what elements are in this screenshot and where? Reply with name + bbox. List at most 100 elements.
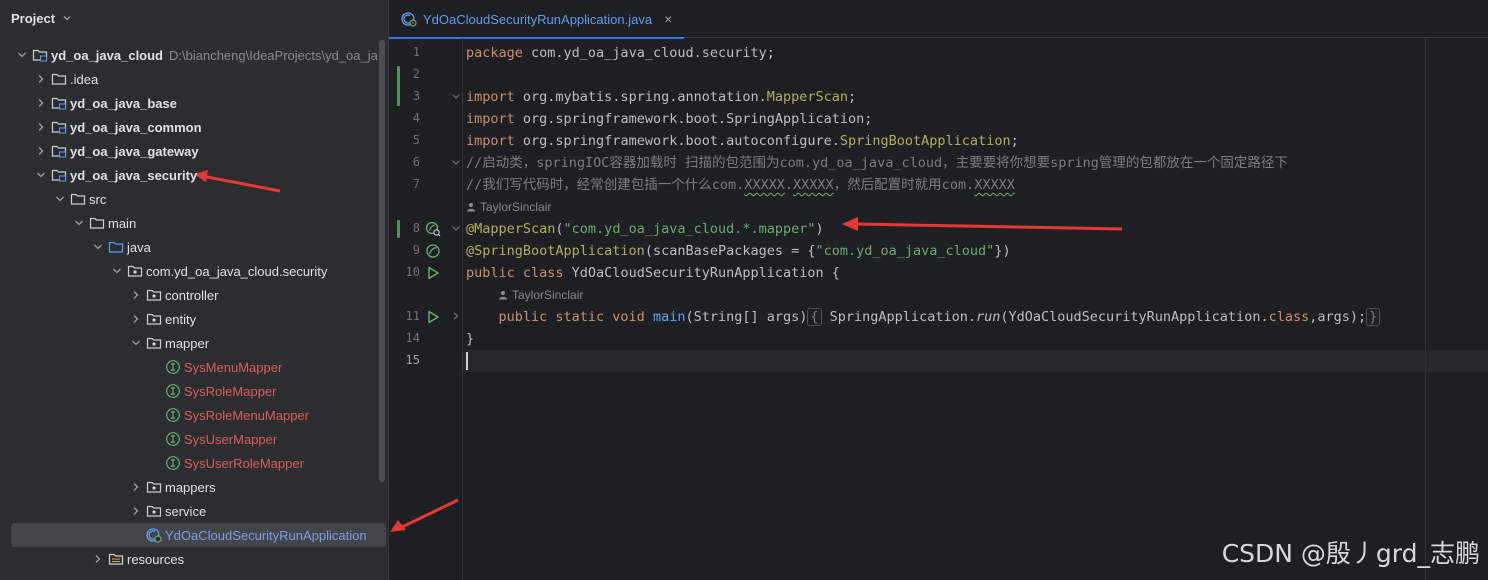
- chevron-right-icon[interactable]: [33, 71, 49, 87]
- tree-item[interactable]: main: [0, 211, 388, 235]
- chevron-down-icon[interactable]: [109, 263, 125, 279]
- code-editor[interactable]: package com.yd_oa_java_cloud.security;im…: [463, 38, 1488, 580]
- code-token: ,args);: [1309, 309, 1367, 325]
- code-line[interactable]: //我们写代码时，经常创建包插一个什么com.XXXXX.XXXXX，然后配置时…: [466, 174, 1015, 196]
- tree-item[interactable]: .idea: [0, 67, 388, 91]
- chevron-down-icon[interactable]: [14, 47, 30, 63]
- code-token: org.springframework.boot.autoconfigure.: [522, 133, 840, 149]
- code-line[interactable]: }: [466, 328, 474, 350]
- interface-icon: [165, 455, 181, 471]
- spring-bean-search-icon[interactable]: [425, 221, 441, 237]
- tree-item[interactable]: mapper: [0, 331, 388, 355]
- chevron-right-icon[interactable]: [128, 479, 144, 495]
- code-token: "com.yd_oa_java_cloud": [815, 243, 995, 259]
- gutter-line: 5: [389, 130, 463, 152]
- code-token: ;: [1010, 133, 1019, 149]
- line-number: 8: [412, 221, 420, 235]
- tree-item[interactable]: controller: [0, 283, 388, 307]
- code-token: SpringApplication.: [821, 309, 976, 325]
- fold-collapse-icon[interactable]: [450, 221, 462, 235]
- source-folder-icon: [108, 239, 124, 255]
- tree-item[interactable]: SysUserMapper: [0, 427, 388, 451]
- chevron-down-icon[interactable]: [71, 215, 87, 231]
- author-inlay-hint[interactable]: TaylorSinclair: [466, 196, 551, 218]
- code-token: ，然后配置时就用com.: [833, 177, 975, 193]
- chevron-right-icon[interactable]: [128, 287, 144, 303]
- tree-item-label: yd_oa_java_cloud: [51, 47, 163, 63]
- annotation-arrow-app-class: [390, 498, 459, 532]
- tree-item[interactable]: com.yd_oa_java_cloud.security: [0, 259, 388, 283]
- fold-expand-icon[interactable]: [450, 309, 462, 323]
- code-token: org.springframework.boot.SpringApplicati…: [522, 111, 873, 127]
- package-icon: [146, 503, 162, 519]
- code-token: run: [975, 309, 1001, 325]
- editor-tab-label: YdOaCloudSecurityRunApplication.java: [423, 11, 653, 27]
- code-line[interactable]: @SpringBootApplication(scanBasePackages …: [466, 240, 1011, 262]
- project-view-selector[interactable]: Project: [0, 0, 388, 36]
- chevron-right-icon[interactable]: [33, 143, 49, 159]
- gutter-line: 3: [389, 86, 463, 108]
- tree-item[interactable]: SysUserRoleMapper: [0, 451, 388, 475]
- code-line[interactable]: //启动类，springIOC容器加载时 扫描的包范围为com.yd_oa_ja…: [466, 152, 1288, 174]
- tree-scrollbar[interactable]: [379, 40, 385, 482]
- tree-item[interactable]: mappers: [0, 475, 388, 499]
- tree-item[interactable]: service: [0, 499, 388, 523]
- code-line[interactable]: import org.mybatis.spring.annotation.Map…: [466, 86, 856, 108]
- code-token: public static void: [498, 309, 653, 325]
- gutter-line: 4: [389, 108, 463, 130]
- fold-collapse-icon[interactable]: [450, 89, 462, 103]
- annotation-arrow-mapperscan: [842, 217, 1123, 231]
- vcs-change-marker[interactable]: [397, 220, 400, 238]
- tree-item[interactable]: yd_oa_java_common: [0, 115, 388, 139]
- vcs-change-marker[interactable]: [397, 66, 400, 106]
- code-token: class: [1268, 309, 1310, 325]
- code-line[interactable]: import org.springframework.boot.SpringAp…: [466, 108, 872, 130]
- chevron-right-icon[interactable]: [128, 311, 144, 327]
- code-line[interactable]: [463, 350, 1488, 372]
- tree-item[interactable]: YdOaCloudSecurityRunApplication: [0, 523, 388, 547]
- chevron-right-icon[interactable]: [33, 119, 49, 135]
- chevron-down-icon[interactable]: [33, 167, 49, 183]
- close-icon[interactable]: ×: [664, 11, 672, 27]
- chevron-down-icon[interactable]: [90, 239, 106, 255]
- run-icon[interactable]: [425, 265, 441, 281]
- code-token: }: [1366, 308, 1381, 326]
- tree-item[interactable]: SysRoleMenuMapper: [0, 403, 388, 427]
- code-line[interactable]: @MapperScan("com.yd_oa_java_cloud.*.mapp…: [466, 218, 824, 240]
- editor-tab-active[interactable]: YdOaCloudSecurityRunApplication.java ×: [389, 0, 685, 39]
- chevron-down-icon[interactable]: [128, 335, 144, 351]
- tree-item-label: mappers: [165, 479, 216, 495]
- code-token: package: [466, 45, 532, 61]
- interface-icon: [165, 359, 181, 375]
- author-inlay-hint[interactable]: TaylorSinclair: [498, 284, 583, 306]
- tree-item[interactable]: SysMenuMapper: [0, 355, 388, 379]
- code-token: (YdOaCloudSecurityRunApplication.: [1000, 309, 1269, 325]
- chevron-right-icon[interactable]: [33, 95, 49, 111]
- code-token: main: [652, 309, 686, 325]
- chevron-right-icon[interactable]: [90, 551, 106, 567]
- chevron-down-icon[interactable]: [52, 191, 68, 207]
- chevron-down-icon[interactable]: [61, 12, 73, 24]
- code-token: MapperScan: [766, 89, 849, 105]
- spring-bean-icon[interactable]: [425, 243, 441, 259]
- tree-item[interactable]: resources: [0, 547, 388, 571]
- tree-item[interactable]: yd_oa_java_base: [0, 91, 388, 115]
- tree-item[interactable]: java: [0, 235, 388, 259]
- tree-item-label: mapper: [165, 335, 210, 351]
- tree-item[interactable]: SysRoleMapper: [0, 379, 388, 403]
- chevron-right-icon[interactable]: [128, 503, 144, 519]
- tree-item[interactable]: yd_oa_java_cloud D:\biancheng\IdeaProject…: [0, 43, 388, 67]
- code-line[interactable]: package com.yd_oa_java_cloud.security;: [466, 42, 775, 64]
- tree-item-label: java: [127, 239, 151, 255]
- code-token: XXXXX: [744, 177, 785, 193]
- tree-item[interactable]: yd_oa_java_gateway: [0, 139, 388, 163]
- code-line[interactable]: import org.springframework.boot.autoconf…: [466, 130, 1019, 152]
- code-line[interactable]: public class YdOaCloudSecurityRunApplica…: [466, 262, 840, 284]
- code-token: (String[] args): [685, 309, 808, 325]
- tree-item-label: resources: [127, 551, 185, 567]
- fold-collapse-icon[interactable]: [450, 155, 462, 169]
- run-icon[interactable]: [425, 309, 441, 325]
- tree-item[interactable]: entity: [0, 307, 388, 331]
- tree-item-label: YdOaCloudSecurityRunApplication: [165, 527, 367, 543]
- code-line[interactable]: public static void main(String[] args){ …: [466, 306, 1381, 328]
